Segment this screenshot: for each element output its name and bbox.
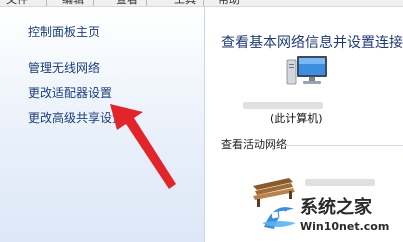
page-title: 查看基本网络信息并设置连接 xyxy=(221,35,403,51)
network-name-redacted xyxy=(305,179,375,186)
computer-icon xyxy=(286,56,327,85)
menu-separator xyxy=(203,0,204,6)
sidebar-item-advanced-sharing[interactable]: 更改高级共享设置 xyxy=(28,111,124,125)
active-networks-heading: 查看活动网络 xyxy=(221,138,287,151)
menu-separator xyxy=(46,0,47,6)
menu-item-file[interactable]: 文件 xyxy=(6,0,28,6)
sidebar-item-change-adapter-settings[interactable]: 更改适配器设置 xyxy=(28,86,112,100)
watermark-logo-icon xyxy=(262,207,296,229)
sidebar-item-manage-wireless[interactable]: 管理无线网络 xyxy=(28,61,100,75)
menu-item-help[interactable]: 帮助 xyxy=(218,0,240,6)
section-rule xyxy=(283,145,403,146)
menu-separator xyxy=(93,0,94,6)
menu-separator xyxy=(146,0,147,6)
menu-item-tools[interactable]: 工具 xyxy=(174,0,196,6)
computer-name-redacted xyxy=(243,102,323,109)
site-watermark: 系统之家 Win10net.com xyxy=(258,195,403,242)
this-computer-label: (此计算机) xyxy=(270,112,323,125)
menu-item-edit[interactable]: 编辑 xyxy=(62,0,84,6)
watermark-site-name: 系统之家 xyxy=(300,197,372,218)
sidebar-item-control-panel-home[interactable]: 控制面板主页 xyxy=(28,25,100,39)
watermark-url: Win10net.com xyxy=(300,220,390,233)
menu-item-view[interactable]: 查看 xyxy=(116,0,138,6)
menu-bar: 文件 编辑 查看 工具 帮助 xyxy=(0,0,403,7)
task-sidebar: 控制面板主页 管理无线网络 更改适配器设置 更改高级共享设置 xyxy=(0,7,204,242)
